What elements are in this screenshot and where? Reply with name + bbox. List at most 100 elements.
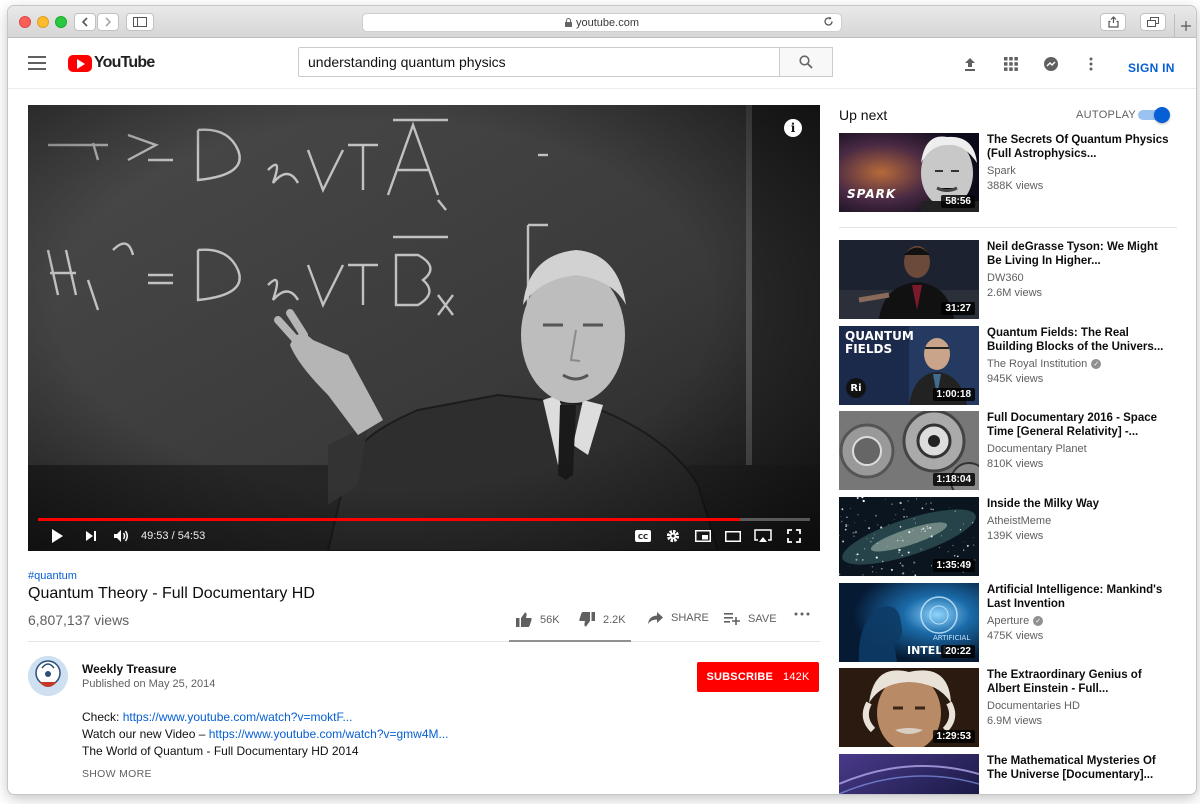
info-icon[interactable]: i [784,119,802,137]
verified-icon: ✓ [1033,616,1044,626]
video-thumbnail[interactable]: QUANTUM FIELDS Ri 1:00:18 [839,326,979,405]
recommended-video[interactable]: The Mathematical Mysteries Of The Univer… [839,754,1179,794]
recommended-video[interactable]: ARTIFICIAL INTELL 20:22 Artificial Intel… [839,583,1179,663]
thumbs-up-icon [516,612,532,627]
video-thumbnail[interactable]: 31:27 [839,240,979,319]
autoplay-toggle[interactable] [1138,107,1170,123]
back-button[interactable] [74,13,96,31]
recommended-video[interactable]: 31:27 Neil deGrasse Tyson: We Might Be L… [839,240,1179,320]
messages-icon[interactable] [1041,54,1061,74]
sidebar-icon [133,17,147,27]
view-count: 475K views [987,630,1044,642]
share-icon [1107,16,1119,28]
thumbs-down-icon [579,612,595,627]
next-icon [86,531,96,541]
search-button[interactable] [779,47,833,77]
share-button[interactable]: SHARE [648,612,709,624]
recommended-video[interactable]: 1:35:49 Inside the Milky Way AtheistMeme… [839,497,1179,577]
view-count: 2.6M views [987,287,1043,299]
sentiment-bar [509,640,631,642]
youtube-play-icon [68,54,92,72]
video-title: Quantum Fields: The Real Building Blocks… [987,327,1164,353]
description-link[interactable]: https://www.youtube.com/watch?v=gmw4M... [209,727,449,741]
close-window-button[interactable] [19,16,31,28]
tabs-overview-button[interactable] [1140,13,1166,31]
more-actions-button[interactable] [794,612,810,616]
player-controls: 49:53 / 54:53 CC [28,521,820,551]
volume-icon [113,530,128,542]
show-more-button[interactable]: SHOW MORE [82,768,152,780]
sidebar-toggle-button[interactable] [126,13,154,31]
channel-name[interactable]: Weekly Treasure [82,662,177,676]
verified-icon: ✓ [1091,359,1102,369]
like-button[interactable]: 56K [516,612,560,627]
sign-in-button[interactable]: SIGN IN [1128,61,1175,75]
theater-mode-button[interactable] [723,527,743,545]
logo-text: YouTube [94,54,155,71]
dislike-button[interactable]: 2.2K [579,612,626,627]
next-button[interactable] [81,527,101,545]
recommended-video[interactable]: SPARK 58:56 The Secrets Of Quantum Physi… [839,133,1179,213]
fullscreen-button[interactable] [784,527,804,545]
channel-name: DW360 [987,272,1024,284]
address-bar[interactable]: youtube.com [362,13,842,32]
time-display: 49:53 / 54:53 [141,530,206,542]
play-button[interactable] [47,527,67,545]
zoom-window-button[interactable] [55,16,67,28]
more-icon[interactable] [1081,54,1101,74]
search-icon [799,55,813,69]
video-thumbnail[interactable]: 1:29:53 [839,668,979,747]
video-title: Full Documentary 2016 - Space Time [Gene… [987,412,1158,438]
theater-icon [725,530,741,542]
video-title: Inside the Milky Way [987,498,1100,510]
video-frame [28,105,820,551]
description-line: Check: https://www.youtube.com/watch?v=m… [82,710,352,724]
minimize-window-button[interactable] [37,16,49,28]
share-browser-button[interactable] [1100,13,1126,31]
share-arrow-icon [648,612,663,624]
new-tab-button[interactable] [1174,14,1196,38]
hashtag-link[interactable]: #quantum [28,570,77,582]
plus-icon [1180,21,1191,31]
view-count: 6.9M views [987,715,1043,727]
video-thumbnail[interactable]: SPARK 58:56 [839,133,979,212]
miniplayer-button[interactable] [693,527,713,545]
video-title: Neil deGrasse Tyson: We Might Be Living … [987,241,1158,267]
captions-button[interactable]: CC [632,527,654,545]
up-next-heading: Up next [839,107,888,123]
lock-icon [565,18,572,27]
save-button[interactable]: SAVE [724,612,777,625]
volume-button[interactable] [111,527,131,545]
video-duration: 58:56 [941,195,975,208]
video-thumbnail[interactable]: 1:18:04 [839,411,979,490]
save-label: SAVE [748,612,777,625]
channel-avatar[interactable] [28,656,68,696]
video-title: Quantum Theory - Full Documentary HD [28,585,315,602]
video-thumbnail[interactable]: 1:35:49 [839,497,979,576]
miniplayer-icon [695,530,711,542]
video-thumbnail[interactable]: ARTIFICIAL INTELL 20:22 [839,583,979,662]
recommended-video[interactable]: 1:18:04 Full Documentary 2016 - Space Ti… [839,411,1179,491]
reload-icon[interactable] [823,16,834,27]
youtube-logo[interactable]: YouTube [68,54,155,72]
upload-icon[interactable] [960,54,980,74]
video-title: The Mathematical Mysteries Of The Univer… [987,755,1156,781]
subscribe-button[interactable]: SUBSCRIBE 142K [697,662,819,692]
settings-button[interactable] [663,527,683,545]
channel-name: Spark [987,165,1016,177]
menu-icon[interactable] [28,56,46,70]
apps-icon[interactable] [1001,54,1021,74]
description-link[interactable]: https://www.youtube.com/watch?v=moktF... [123,710,353,724]
recommended-video[interactable]: 1:29:53 The Extraordinary Genius of Albe… [839,668,1179,748]
video-player[interactable]: i 49:53 / 54:53 CC [28,105,820,551]
video-thumbnail[interactable] [839,754,979,794]
cast-button[interactable] [753,527,773,545]
view-count: 810K views [987,458,1044,470]
video-title: Artificial Intelligence: Mankind's Last … [987,584,1163,610]
channel-name: Documentary Planet [987,443,1087,455]
search-input[interactable] [298,47,780,77]
view-count: 945K views [987,373,1044,385]
browser-titlebar: youtube.com [8,6,1196,38]
recommended-video[interactable]: QUANTUM FIELDS Ri 1:00:18 Quantum Fields… [839,326,1179,406]
forward-button[interactable] [97,13,119,31]
